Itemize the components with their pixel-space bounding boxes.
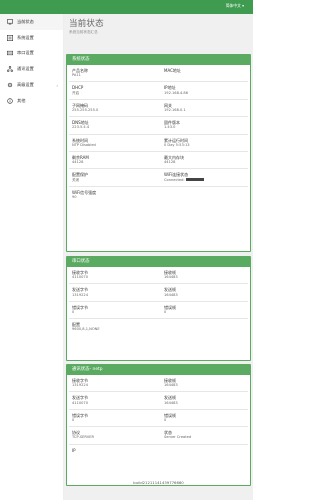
system-status-panel: 系统状态 产品名称 PA11 MAC地址 DHCP 开启 IP地址 192.168.4… (66, 54, 251, 252)
sidebar: 当前状态 系统设置 串口设置 通讯设置 高级设置 › 其他 (0, 14, 64, 500)
advanced-icon (6, 82, 13, 89)
settings-icon (6, 34, 13, 41)
table-row: 错误字节 0 错误帧 0 (69, 410, 248, 428)
field-value: 1.43.0 (164, 125, 176, 130)
table-row: 发送字节 1319224 发送帧 164483 (69, 284, 248, 302)
sidebar-item-status[interactable]: 当前状态 (0, 14, 63, 30)
netp-status-panel: 通讯状态- netp 接收字节 1319224 接收帧 164483 发送字节 411… (66, 364, 251, 486)
table-row: 配置 9600,8,1,NONE (69, 319, 248, 336)
panel-title: 系统状态 (67, 55, 250, 65)
field-value: 1319224 (72, 292, 89, 297)
field-value: 4110070 (72, 275, 89, 280)
table-row: 剩余RAM 44128 最大内存块 44128 (69, 152, 248, 170)
field-value: 90 (72, 194, 77, 199)
field-value: 0 (164, 309, 167, 314)
sidebar-item-serial[interactable]: 串口设置 (0, 46, 63, 62)
page-title: 当前状态 (69, 19, 104, 29)
sidebar-item-label: 通讯设置 (17, 66, 34, 72)
field-value: 0 (72, 417, 75, 422)
field-value: 44128 (72, 160, 84, 165)
table-row: IP (69, 445, 248, 462)
redacted-ssid (185, 178, 204, 182)
table-row: 发送字节 4110070 发送帧 164483 (69, 392, 248, 410)
language-selector[interactable]: 简体中文 ▾ (226, 3, 244, 9)
field-value: 164483 (164, 383, 178, 388)
field-value: TCP-SERVER (72, 435, 94, 440)
field-value: 4110070 (72, 400, 89, 405)
sidebar-item-label: 高级设置 (17, 82, 34, 88)
field-value: 1319224 (72, 383, 89, 388)
sidebar-item-label: 系统设置 (17, 34, 34, 40)
serial-status-panel: 串口状态 接收字节 4110070 接收帧 164483 发送字节 1319224 发… (66, 256, 251, 361)
field-value: 关闭 (72, 177, 80, 182)
monitor-icon (6, 18, 13, 25)
field-value: 192.168.4.86 (164, 90, 189, 95)
build-info: build21211141439776660 (133, 480, 184, 485)
sidebar-item-label: 当前状态 (17, 18, 34, 24)
sidebar-item-label: 其他 (17, 97, 26, 103)
field-value: 192.168.0.1 (164, 107, 186, 112)
table-row: 错误字节 0 错误帧 0 (69, 302, 248, 320)
field-value: 223.5.4.4 (72, 125, 90, 130)
field-value: Connected: (164, 177, 185, 182)
table-row: 接收字节 4110070 接收帧 164483 (69, 267, 248, 285)
table-row: 接收字节 1319224 接收帧 164483 (69, 375, 248, 393)
field-label: IP (72, 447, 76, 453)
page-subtitle: 系统当前状态汇总 (69, 30, 98, 34)
table-row: 产品名称 PA11 MAC地址 (69, 65, 248, 83)
top-bar: 简体中文 ▾ (0, 0, 253, 14)
sidebar-item-advanced[interactable]: 高级设置 › (0, 77, 63, 93)
network-icon (6, 66, 13, 73)
panel-title: 串口状态 (67, 257, 250, 267)
table-row: 配置保护 关闭 WiFi连接状态 Connected: (69, 169, 248, 187)
field-value: 164483 (164, 400, 178, 405)
table-row: 子网掩码 255.255.255.0 网关 192.168.0.1 (69, 100, 248, 118)
main-content: 当前状态 系统当前状态汇总 系统状态 产品名称 PA11 MAC地址 DHCP 开启… (64, 14, 253, 500)
field-value: 0 Day 5:53:13 (164, 142, 190, 147)
sidebar-item-system[interactable]: 系统设置 (0, 30, 63, 46)
table-row: 协议 TCP-SERVER 状态 Server Created (69, 427, 248, 445)
info-icon (6, 97, 13, 104)
table-row: WiFi信号强度 90 (69, 187, 248, 204)
field-value: 164483 (164, 275, 178, 280)
field-value: 44128 (164, 160, 176, 165)
field-label: MAC地址 (164, 68, 181, 73)
field-value: 255.255.255.0 (72, 107, 99, 112)
table-row: 系统时间 NTP Disabled 累计运行时间 0 Day 5:53:13 (69, 135, 248, 152)
panel-title: 通讯状态- netp (67, 365, 250, 375)
field-value: 9600,8,1,NONE (72, 327, 100, 332)
sidebar-item-other[interactable]: 其他 (0, 93, 63, 109)
chevron-right-icon: › (56, 82, 58, 88)
field-value: NTP Disabled (72, 142, 96, 147)
field-value: 开启 (72, 90, 80, 95)
field-value: 164483 (164, 292, 178, 297)
sidebar-item-network[interactable]: 通讯设置 (0, 61, 63, 77)
serial-icon (6, 50, 13, 57)
field-value: 0 (164, 417, 167, 422)
sidebar-item-label: 串口设置 (17, 50, 34, 56)
table-row: DNS地址 223.5.4.4 固件版本 1.43.0 (69, 117, 248, 135)
field-value: 0 (72, 309, 75, 314)
table-row: DHCP 开启 IP地址 192.168.4.86 (69, 82, 248, 100)
field-value: Server Created (164, 435, 192, 440)
field-value: PA11 (72, 73, 81, 78)
